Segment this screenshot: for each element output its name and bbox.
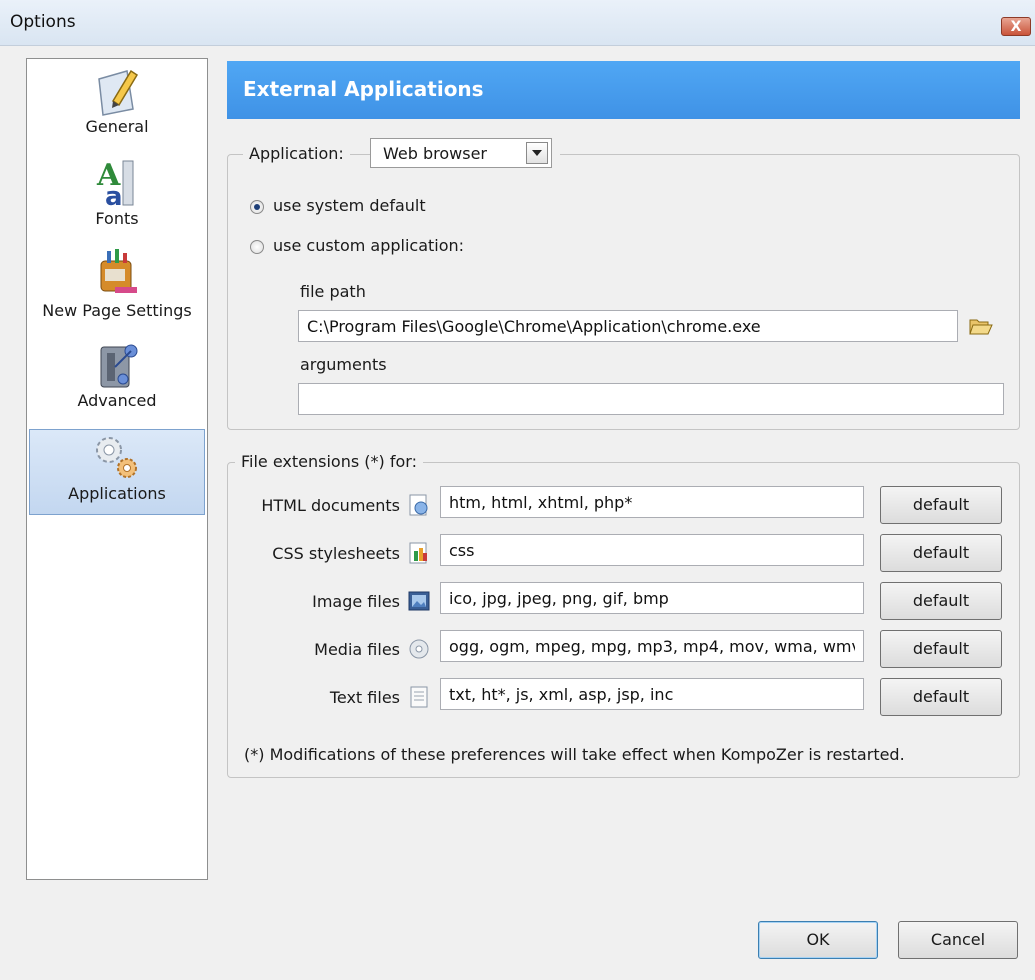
sidebar-item-new-page-settings[interactable]: New Page Settings [29,247,205,333]
svg-text:a: a [105,182,123,209]
custom-application-label[interactable]: use custom application: [273,236,464,255]
sidebar-item-label: Applications [68,484,166,503]
html-extensions-input[interactable] [449,493,855,512]
media-file-icon [409,639,429,659]
arguments-label: arguments [300,355,387,374]
arguments-field[interactable] [298,383,1004,415]
file-extensions-legend: File extensions (*) for: [235,452,423,471]
css-stylesheet-icon [409,542,427,564]
sidebar-item-label: Advanced [77,391,157,410]
media-default-button[interactable]: default [880,630,1002,668]
ok-button[interactable]: OK [758,921,878,959]
sidebar-item-applications[interactable]: Applications [29,429,205,515]
image-files-label: Image files [312,592,400,611]
html-documents-label: HTML documents [261,496,400,515]
arguments-input[interactable] [307,390,995,409]
cancel-button[interactable]: Cancel [898,921,1018,959]
file-path-input[interactable] [307,317,949,336]
sidebar-item-fonts[interactable]: A a Fonts [29,155,205,241]
application-select-value: Web browser [383,144,487,163]
image-extensions-field[interactable] [440,582,864,614]
css-extensions-field[interactable] [440,534,864,566]
panel-title: External Applications [243,77,484,101]
text-default-button[interactable]: default [880,678,1002,716]
sidebar-item-advanced[interactable]: Advanced [29,339,205,423]
sidebar-item-general[interactable]: General [29,65,205,149]
image-file-icon [408,591,430,611]
media-files-label: Media files [314,640,400,659]
system-default-label[interactable]: use system default [273,196,426,215]
css-extensions-input[interactable] [449,541,855,560]
folder-open-icon[interactable] [968,314,994,338]
sidebar-item-label: Fonts [95,209,139,228]
image-default-button[interactable]: default [880,582,1002,620]
switch-icon [100,344,138,388]
image-extensions-input[interactable] [449,589,855,608]
category-sidebar: General A a Fonts New Page Settings Adva… [26,58,208,880]
html-extensions-field[interactable] [440,486,864,518]
pencil-paper-icon [98,69,139,116]
panel-header: External Applications [227,61,1020,119]
system-default-radio[interactable] [250,200,264,214]
html-default-button[interactable]: default [880,486,1002,524]
close-button[interactable]: X [1001,17,1031,36]
title-bar: Options X [0,0,1035,46]
file-path-label: file path [300,282,366,301]
sidebar-item-label: General [85,117,149,136]
custom-application-radio[interactable] [250,240,264,254]
window-title: Options [10,12,76,32]
css-stylesheets-label: CSS stylesheets [272,544,400,563]
media-extensions-input[interactable] [449,637,855,656]
text-file-icon [410,686,428,708]
gears-icon [96,437,137,478]
css-default-button[interactable]: default [880,534,1002,572]
text-extensions-field[interactable] [440,678,864,710]
html-document-icon [409,494,428,516]
text-extensions-input[interactable] [449,685,855,704]
restart-note: (*) Modifications of these preferences w… [244,745,905,764]
application-select[interactable]: Web browser [370,138,552,168]
paint-tools-icon [100,249,137,293]
media-extensions-field[interactable] [440,630,864,662]
legend-spacer [552,138,560,168]
chevron-down-icon[interactable] [526,142,548,164]
sidebar-item-label: New Page Settings [42,301,192,320]
fonts-icon: A a [96,158,134,209]
text-files-label: Text files [329,688,400,707]
options-dialog: Options X General A a Fonts New Page Set… [0,0,1035,980]
file-path-field[interactable] [298,310,958,342]
application-legend-label: Application: [243,144,350,163]
